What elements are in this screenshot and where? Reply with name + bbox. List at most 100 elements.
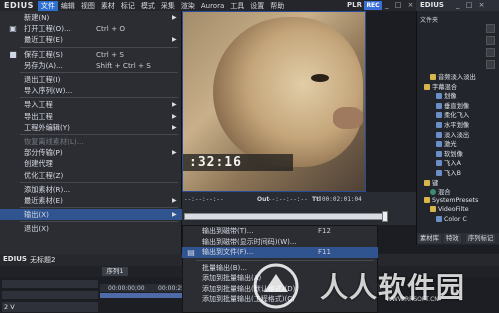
export-menu-item[interactable]: 输出到磁带(显示时间码)(W)...	[182, 237, 378, 248]
effect-icon	[436, 160, 442, 167]
tree-item[interactable]: 键	[424, 178, 438, 187]
menu-item-label: 导入工程	[24, 100, 53, 110]
file-menu-item[interactable]: 工程外编辑(Y) ▶	[0, 122, 182, 133]
menu-item-label: 工程外编辑(Y)	[24, 122, 70, 132]
track-header-1[interactable]	[2, 280, 98, 288]
export-item-shortcut: F11	[318, 248, 331, 256]
menu-item-label: 保存工程(S)	[24, 49, 63, 59]
tree-item[interactable]: 激光	[436, 139, 457, 148]
export-menu-item[interactable]: ▤ 输出到文件(F)... F11	[182, 247, 378, 258]
window-controls[interactable]: _ □ ×	[385, 1, 415, 9]
menu-edit[interactable]: 编辑	[58, 1, 78, 11]
timecode-display: :32:16	[189, 155, 242, 170]
tree-item[interactable]: 划像	[436, 91, 457, 100]
tree-item[interactable]: 混合	[430, 187, 451, 196]
lion-nose	[333, 107, 363, 129]
menu-separator	[20, 72, 178, 73]
tree-item[interactable]: 字幕混合	[424, 82, 457, 91]
lion-image	[213, 17, 363, 167]
toolbar-button-3[interactable]	[486, 48, 495, 57]
menu-help[interactable]: 帮助	[267, 1, 287, 11]
folder-icon	[430, 206, 436, 213]
folder-icon	[424, 83, 430, 90]
tree-item[interactable]: VideoFilte	[430, 206, 469, 213]
file-menu-item[interactable]: ■ 保存工程(S) Ctrl + S	[0, 49, 182, 60]
file-menu-item[interactable]: 最近素材(E) ▶	[0, 195, 182, 206]
tree-item[interactable]: 软划像	[436, 149, 463, 158]
tab-sequence-1[interactable]: 序列1	[102, 267, 128, 276]
toolbar-button-4[interactable]	[486, 60, 495, 69]
menu-render[interactable]: 渲染	[178, 1, 198, 11]
toolbar-button-2[interactable]	[486, 36, 495, 45]
menu-item-shortcut: Ctrl + O	[96, 24, 126, 34]
file-menu-item[interactable]: 添加素材(R)...	[0, 184, 182, 195]
menu-aurora[interactable]: Aurora	[198, 2, 227, 10]
toolbar-button-1[interactable]	[486, 24, 495, 33]
submenu-arrow-icon: ▶	[172, 36, 177, 44]
menu-file[interactable]: 文件	[37, 0, 58, 11]
file-menu-item[interactable]: 导入序列(W)...	[0, 85, 182, 96]
file-menu-item[interactable]: 部分传输(P) ▶	[0, 147, 182, 158]
tree-item[interactable]: 垂直划像	[436, 101, 469, 110]
tree-item-label: 垂直划像	[444, 102, 470, 110]
track-header-2[interactable]	[2, 291, 98, 299]
palette-window-controls[interactable]: _ □ ×	[456, 1, 486, 9]
menu-capture[interactable]: 采集	[158, 1, 178, 11]
tab-sequence-markers[interactable]: 序列标记	[466, 234, 496, 243]
effect-icon	[436, 131, 442, 138]
menu-clip[interactable]: 素材	[98, 1, 118, 11]
slider-handle[interactable]	[382, 211, 388, 222]
menu-item-label: 创建代理	[24, 159, 53, 169]
menu-item-label: 退出(X)	[24, 224, 49, 234]
menu-tools[interactable]: 工具	[227, 1, 247, 11]
effect-icon	[436, 216, 442, 222]
tree-item[interactable]: Color C	[436, 216, 467, 223]
tree-item[interactable]: 柔化飞入	[436, 110, 469, 119]
menu-separator	[20, 207, 178, 209]
tree-item-label: 键	[432, 179, 439, 187]
file-menu-item[interactable]: 导入工程 ▶	[0, 99, 182, 110]
effect-icon	[436, 150, 442, 157]
tree-item[interactable]: SystemPresets	[424, 196, 478, 204]
rec-button[interactable]: REC	[364, 1, 382, 10]
track-label: 2 V	[4, 303, 15, 311]
submenu-arrow-icon: ▶	[172, 123, 177, 131]
menu-marker[interactable]: 标记	[118, 1, 138, 11]
menu-item-label: 部分传输(P)	[24, 148, 63, 158]
file-menu-item[interactable]: 创建代理	[0, 158, 182, 169]
menu-item-label: 优化工程(Z)	[24, 170, 64, 180]
file-menu-item[interactable]: 输出(X) ▶	[0, 209, 182, 221]
file-menu-item[interactable]: 新建(N) ▶	[0, 12, 182, 23]
menu-item-label: 导入序列(W)...	[24, 86, 73, 96]
menu-settings[interactable]: 设置	[247, 1, 267, 11]
plr-label[interactable]: PLR	[347, 1, 362, 9]
file-menu-item[interactable]: 退出工程(I)	[0, 74, 182, 85]
tree-item-label: 划像	[444, 93, 457, 101]
file-menu-item[interactable]: 最近工程(E) ▶	[0, 34, 182, 45]
tree-item[interactable]: 飞入A	[436, 158, 461, 167]
tree-item[interactable]: 飞入B	[436, 168, 461, 177]
menu-mode[interactable]: 模式	[138, 1, 158, 11]
timeline-app-title: EDIUS	[3, 255, 27, 263]
tree-item[interactable]: 淡入淡出	[436, 130, 469, 139]
effect-icon	[436, 93, 442, 100]
file-menu-item[interactable]: ▣ 打开工程(O)... Ctrl + O	[0, 23, 182, 34]
file-menu-item[interactable]: 优化工程(Z)	[0, 170, 182, 181]
tree-item-label: 混合	[438, 189, 451, 197]
file-menu-item[interactable]: 退出(X)	[0, 223, 182, 234]
track-header-video[interactable]	[2, 302, 98, 312]
effect-icon	[436, 112, 442, 119]
ruler-time-start: 00:00:00;00	[108, 285, 145, 292]
tree-item[interactable]: 音频淡入淡出	[430, 72, 476, 81]
tab-bin[interactable]: 素材库	[418, 234, 441, 243]
tree-item[interactable]: 水平划像	[436, 120, 469, 129]
tab-effects[interactable]: 特效	[444, 234, 461, 243]
export-menu-item[interactable]: 输出到磁带(T)... F12	[182, 226, 378, 237]
tree-item-label: 激光	[444, 141, 457, 149]
file-menu-item[interactable]: 导出工程 ▶	[0, 111, 182, 122]
position-slider[interactable]	[184, 213, 384, 220]
menu-view[interactable]: 视图	[78, 1, 98, 11]
tree-item-label: 飞入A	[444, 160, 461, 168]
file-menu-item[interactable]: 另存为(A)... Shift + Ctrl + S	[0, 60, 182, 71]
tree-item-label: 柔化飞入	[444, 112, 470, 120]
